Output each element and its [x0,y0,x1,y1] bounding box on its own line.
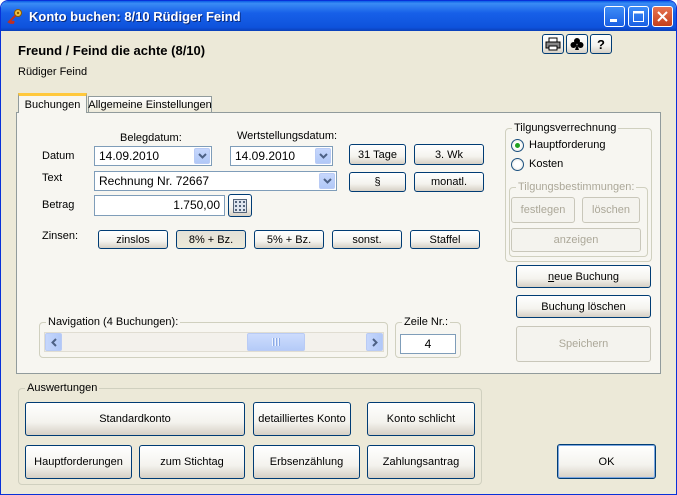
text-combobox[interactable]: Rechnung Nr. 72667 [94,171,337,191]
anzeigen-button[interactable]: anzeigen [511,228,641,252]
page-subtitle: Rüdiger Feind [18,66,88,78]
help-icon: ? [597,36,605,52]
betrag-input[interactable]: 1.750,00 [94,195,225,216]
minimize-button[interactable] [604,6,625,27]
print-button[interactable] [542,34,564,54]
betrag-label: Betrag [42,199,75,211]
club-icon [570,38,584,50]
key-icon [7,9,22,24]
grip-icon [271,338,280,346]
calculator-button[interactable] [228,194,252,217]
tab-allgemeine-einstellungen[interactable]: Allgemeine Einstellungen [88,96,212,113]
zinsen-label: Zinsen: [42,230,79,242]
maximize-icon [633,11,644,22]
konto-buchen-window: Konto buchen: 8/10 Rüdiger Feind Freund … [0,0,677,495]
neue-buchung-button[interactable]: neue Buchung [516,265,651,288]
help-button[interactable]: ? [590,34,612,54]
zinslos-button[interactable]: zinslos [98,230,168,249]
navigation-title: Navigation (4 Buchungen): [46,316,181,328]
paragraph-button[interactable]: § [349,172,406,192]
festlegen-button[interactable]: festlegen [511,197,575,223]
tilgungsverrechnung-title: Tilgungsverrechnung [512,122,619,134]
erbsenzaehlung-button[interactable]: Erbsenzählung [253,445,360,479]
buchung-loeschen-button[interactable]: Buchung löschen [516,295,651,318]
sonst-button[interactable]: sonst. [332,230,402,249]
printer-icon [545,37,561,51]
chevron-down-icon[interactable] [315,148,331,164]
scroll-thumb[interactable] [246,333,305,351]
5-prozent-bz-button[interactable]: 5% + Bz. [254,230,324,249]
datum-label: Datum [42,150,75,162]
maximize-button[interactable] [628,6,649,27]
konto-schlicht-button[interactable]: Konto schlicht [367,402,475,436]
text-label: Text [42,172,63,184]
chevron-left-icon [50,337,57,347]
ok-button[interactable]: OK [557,444,656,479]
scroll-left-button[interactable] [45,333,62,351]
title-bar[interactable]: Konto buchen: 8/10 Rüdiger Feind [1,1,676,31]
hauptforderungen-button[interactable]: Hauptforderungen [25,445,132,479]
tilgungsbestimmungen-title: Tilgungsbestimmungen: [516,181,637,193]
window-title: Konto buchen: 8/10 Rüdiger Feind [29,9,241,24]
staffel-button[interactable]: Staffel [410,230,480,249]
chevron-down-icon[interactable] [319,173,335,189]
club-button[interactable] [566,34,588,54]
wertstellungsdatum-select[interactable]: 14.09.2010 [230,146,333,166]
speichern-button[interactable]: Speichern [516,326,651,362]
kosten-radio[interactable] [511,158,524,171]
chevron-right-icon [371,337,378,347]
zahlungsantrag-button[interactable]: Zahlungsantrag [367,445,475,479]
navigation-scrollbar[interactable] [44,332,384,352]
monatl-button[interactable]: monatl. [414,172,484,192]
3-wk-button[interactable]: 3. Wk [414,144,484,165]
minimize-icon [610,19,617,22]
tab-buchungen[interactable]: Buchungen [18,93,87,113]
standardkonto-button[interactable]: Standardkonto [25,402,245,436]
zeile-nr-label: Zeile Nr.: [402,316,451,328]
detailliertes-konto-button[interactable]: detailliertes Konto [253,402,351,436]
page-title: Freund / Feind die achte (8/10) [18,43,206,58]
belegdatum-label: Belegdatum: [120,132,182,144]
kosten-label: Kosten [529,158,564,170]
chevron-down-icon[interactable] [194,148,210,164]
zeile-nr-input[interactable]: 4 [400,334,456,354]
31-tage-button[interactable]: 31 Tage [349,144,406,165]
wertstellungsdatum-label: Wertstellungsdatum: [237,130,338,142]
zum-stichtag-button[interactable]: zum Stichtag [139,445,245,479]
close-icon [657,11,668,22]
scroll-right-button[interactable] [366,333,383,351]
radio-selected-dot [515,143,520,148]
hauptforderung-label: Hauptforderung [529,139,606,151]
calculator-icon [233,198,247,213]
close-button[interactable] [652,6,673,27]
auswertungen-title: Auswertungen [25,382,100,394]
belegdatum-select[interactable]: 14.09.2010 [94,146,212,166]
hauptforderung-radio[interactable] [511,139,524,152]
8-prozent-bz-button[interactable]: 8% + Bz. [176,230,246,249]
loeschen-button[interactable]: löschen [582,197,640,223]
